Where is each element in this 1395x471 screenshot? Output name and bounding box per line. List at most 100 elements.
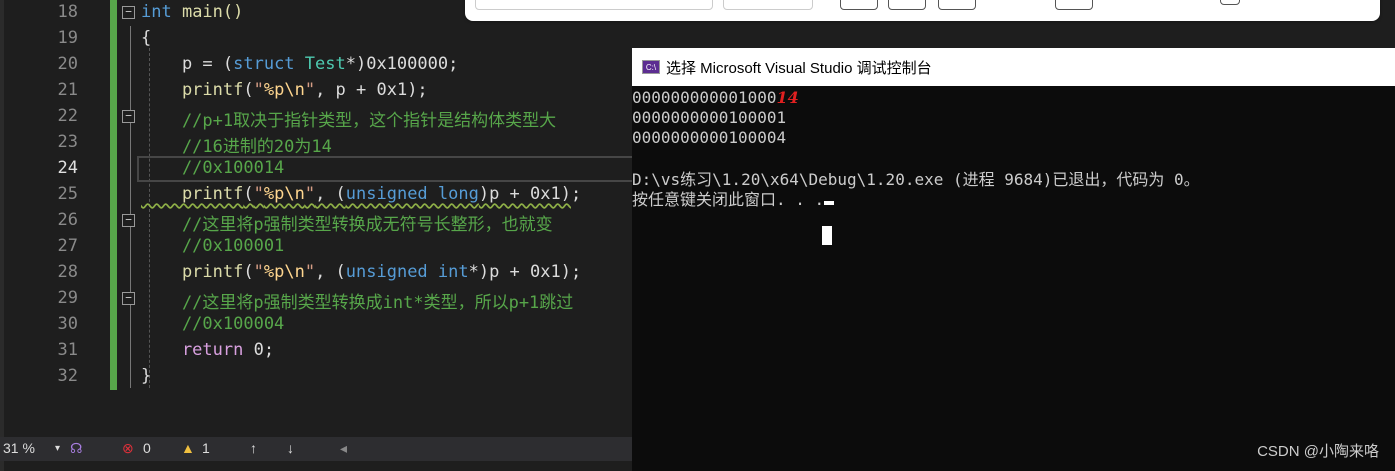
previous-issue-button[interactable]: ↑ [250, 440, 257, 456]
toolbar-button[interactable] [888, 0, 926, 10]
code-token: printf [141, 262, 244, 282]
code-line[interactable]: //这里将p强制类型转换成int*类型，所以p+1跳过 [141, 288, 573, 313]
fold-toggle-icon[interactable]: − [122, 6, 135, 19]
line-number: 25 [57, 184, 78, 204]
code-editor[interactable]: 18 19 20 21 22 23 24 25 26 27 28 29 30 31 32 int main(… [0, 0, 637, 471]
fold-toggle-icon[interactable]: − [122, 292, 135, 305]
code-token: int [141, 2, 172, 22]
zoom-level[interactable]: 31 % [3, 440, 35, 456]
code-token: " [304, 184, 316, 204]
line-number: 20 [57, 54, 78, 74]
code-token: 0; [243, 340, 275, 360]
code-token: " [304, 262, 316, 282]
code-token: } [141, 366, 152, 386]
toolbar-checkbox[interactable] [1220, 0, 1240, 5]
code-line[interactable]: //p+1取决于指针类型，这个指针是结构体类型大 [141, 106, 556, 131]
zoom-dropdown-icon[interactable]: ▾ [55, 443, 60, 454]
line-number: 27 [57, 236, 78, 256]
next-issue-button[interactable]: ↓ [287, 440, 294, 456]
code-token: unsigned int [345, 262, 469, 282]
code-line[interactable]: //0x100001 [141, 236, 284, 256]
code-line[interactable]: printf("%p\n", (unsigned int*)p + 0x1); [141, 262, 581, 282]
editor-status-bar: 31 % ▾ ☊ ⊗ 0 ▲ 1 ↑ ↓ ◂ [0, 437, 632, 461]
code-token: //这里将p强制类型转换成无符号长整形，也就变 [141, 215, 553, 235]
code-token: { [141, 28, 152, 48]
toolbar-button[interactable] [938, 0, 976, 10]
code-token: ( [243, 80, 254, 100]
code-token: //0x100004 [141, 314, 285, 334]
code-token: " [304, 80, 316, 100]
code-line[interactable]: //0x100004 [141, 314, 284, 334]
outline-line [130, 26, 131, 388]
line-number: 18 [57, 2, 78, 22]
code-line[interactable]: int main() [141, 2, 243, 22]
line-number: 24 [57, 158, 78, 178]
code-token: //0x100014 [141, 158, 285, 178]
code-token: %p\n [263, 262, 305, 282]
code-token: //这里将p强制类型转换成int*类型，所以p+1跳过 [141, 293, 574, 313]
code-token: //0x100001 [141, 236, 285, 256]
line-number: 19 [57, 28, 78, 48]
press-key-prompt: 按任意键关闭此窗口. . . [632, 190, 825, 209]
code-token: *)0x100000; [345, 54, 459, 74]
line-number: 29 [57, 288, 78, 308]
code-token: printf [141, 80, 244, 100]
code-token: ; [570, 184, 582, 204]
output-line-2: 0000000000100001 [632, 108, 787, 127]
output-line-1: 000000000001000 [632, 88, 777, 107]
text-cursor [824, 201, 835, 205]
code-token: ( [243, 184, 254, 204]
code-token: \n [284, 80, 305, 100]
error-icon: ⊗ [122, 440, 134, 456]
floating-toolbar [465, 0, 1380, 21]
mouse-text-cursor [822, 226, 832, 245]
code-line[interactable]: printf("%p\n", p + 0x1); [141, 80, 428, 100]
code-token: printf [141, 184, 244, 204]
code-token: %p\n [263, 184, 305, 204]
scroll-left-button[interactable]: ◂ [340, 440, 347, 457]
code-token: " [253, 184, 264, 204]
line-number: 30 [57, 314, 78, 334]
code-line[interactable]: return 0; [141, 340, 274, 360]
fold-toggle-icon[interactable]: − [122, 214, 135, 227]
toolbar-field[interactable] [475, 0, 713, 10]
debug-console-window[interactable]: C:\ 选择 Microsoft Visual Studio 调试控制台 000… [632, 48, 1395, 471]
toolbar-field[interactable] [723, 0, 813, 10]
exit-message: D:\vs练习\1.20\x64\Debug\1.20.exe (进程 9684… [632, 170, 1200, 189]
code-token: , ( [315, 184, 346, 204]
code-line[interactable]: p = (struct Test*)0x100000; [141, 54, 458, 74]
output-line-3: 0000000000100004 [632, 128, 787, 147]
line-number: 32 [57, 366, 78, 386]
toolbar-button[interactable] [840, 0, 878, 10]
code-line[interactable]: } [141, 366, 151, 386]
change-indicator-bar [110, 0, 117, 390]
console-title: 选择 Microsoft Visual Studio 调试控制台 [666, 59, 932, 77]
code-token: )p + 0x1) [478, 184, 571, 204]
code-token: unsigned long [345, 184, 479, 204]
toolbar-button[interactable] [1055, 0, 1093, 10]
code-line[interactable]: { [141, 28, 151, 48]
copilot-icon[interactable]: ☊ [70, 440, 82, 457]
line-number: 21 [57, 80, 78, 100]
code-token: main() [171, 2, 244, 22]
code-line[interactable]: //0x100014 [141, 158, 284, 178]
line-number: 26 [57, 210, 78, 230]
code-token: *)p + 0x1); [468, 262, 582, 282]
watermark: CSDN @小陶来咯 [1257, 443, 1379, 460]
code-token: //16进制的20为14 [141, 137, 332, 157]
code-line[interactable]: //这里将p强制类型转换成无符号长整形，也就变 [141, 210, 553, 235]
fold-toggle-icon[interactable]: − [122, 110, 135, 123]
code-token: //p+1取决于指针类型，这个指针是结构体类型大 [141, 111, 557, 131]
code-token: " [253, 262, 264, 282]
console-title-bar[interactable]: C:\ 选择 Microsoft Visual Studio 调试控制台 [632, 48, 1395, 86]
code-line[interactable]: printf("%p\n", (unsigned long)p + 0x1); [141, 184, 581, 204]
handwritten-annotation: 14 [776, 88, 799, 107]
error-count[interactable]: 0 [143, 440, 151, 456]
line-number: 22 [57, 106, 78, 126]
code-line[interactable]: //16进制的20为14 [141, 132, 332, 157]
code-token: return [141, 340, 244, 360]
line-number: 23 [57, 132, 78, 152]
console-output: 00000000000100014 0000000000100001 0000000… [632, 88, 1200, 210]
code-token: , ( [315, 262, 346, 282]
warning-count[interactable]: 1 [202, 440, 210, 456]
